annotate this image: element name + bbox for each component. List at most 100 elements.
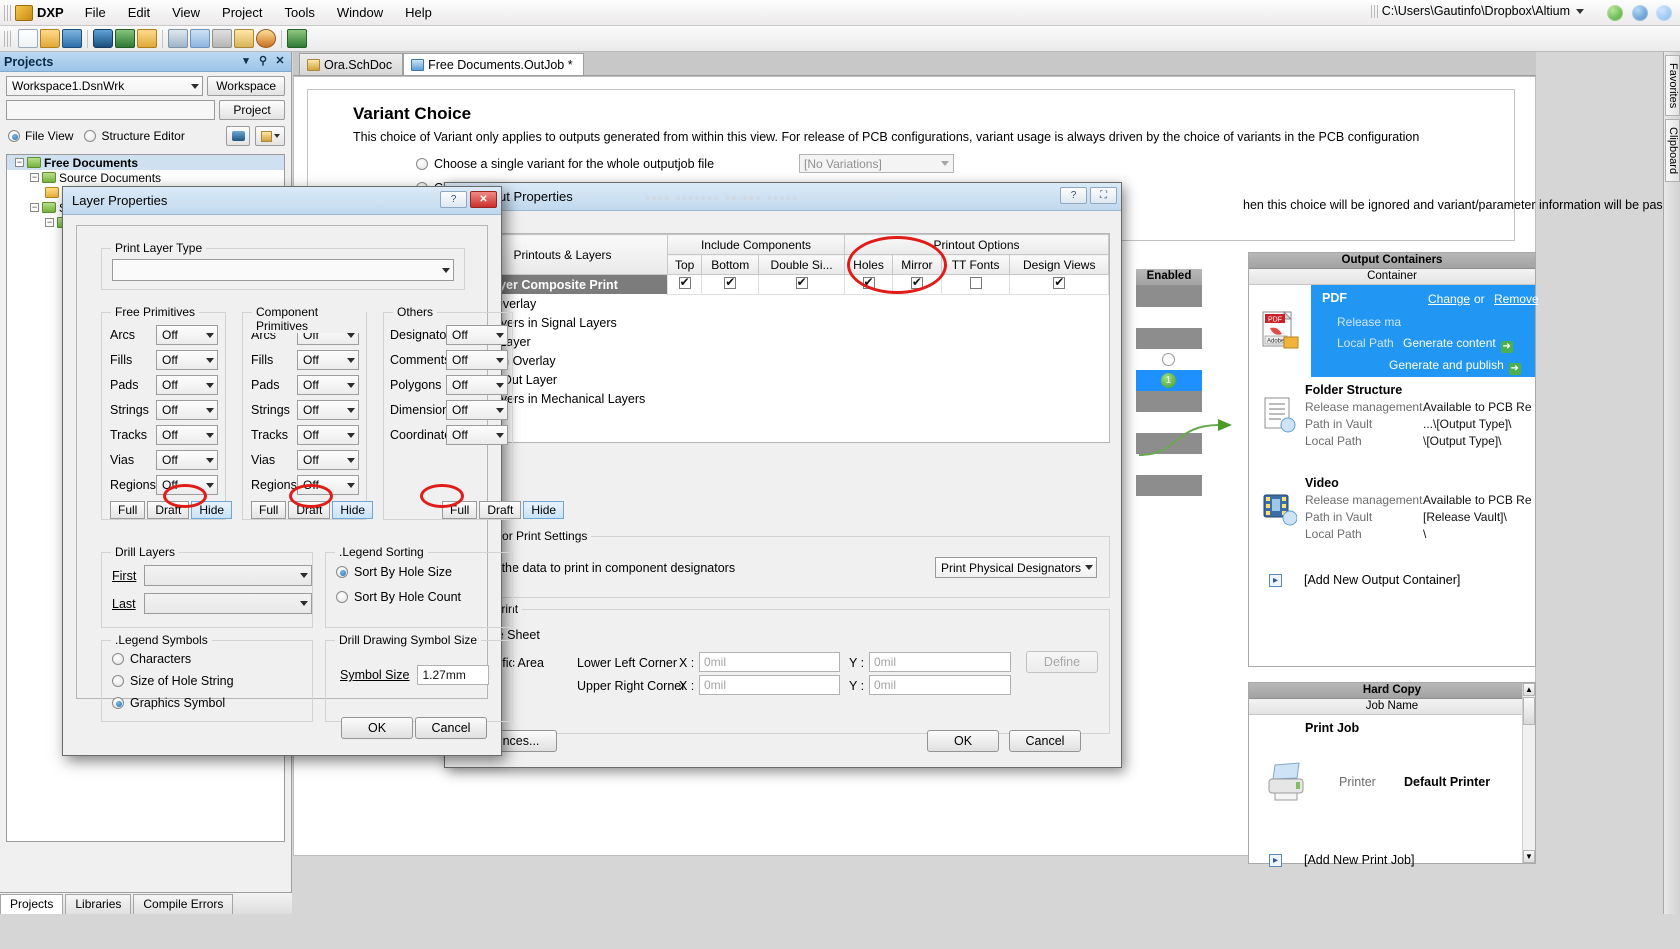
expander-icon[interactable]: −	[30, 173, 39, 182]
printouts-grid[interactable]: Printouts & Layers Include Components Pr…	[456, 233, 1110, 443]
cell-mirror[interactable]	[892, 274, 942, 295]
cell-top[interactable]	[666, 274, 703, 295]
comp-draft-button[interactable]: Draft	[288, 501, 331, 519]
workspace-select[interactable]: Workspace1.DsnWrk	[6, 76, 204, 96]
free-fills-select[interactable]: Off	[156, 350, 218, 370]
blue-status-button[interactable]	[1631, 5, 1648, 21]
help-button[interactable]: ?	[1060, 187, 1087, 204]
layers-toggle-icon[interactable]	[226, 126, 250, 146]
free-arcs-select[interactable]: Off	[156, 325, 218, 345]
table-row[interactable]: Bottom Overlay	[458, 351, 1109, 370]
menu-file[interactable]: File	[74, 2, 117, 23]
free-full-button[interactable]: Full	[110, 501, 146, 519]
edge-tab-clipboard[interactable]: Clipboard	[1665, 119, 1680, 183]
dxp-logo-icon[interactable]	[15, 4, 33, 21]
layer-ok-button[interactable]: OK	[341, 717, 413, 739]
cross-probe-icon[interactable]	[256, 29, 276, 48]
others-polygons-select[interactable]: Off	[446, 375, 508, 395]
printout-dialog-titlebar[interactable]: ut Properties ▪▪▪▪ ▪▪▪▪▪▪▪ ▪▪ ▪▪▪ ▪▪▪▪▪ …	[445, 183, 1121, 211]
scrollbar-thumb[interactable]	[1523, 697, 1535, 725]
paste-special-icon[interactable]	[234, 29, 254, 48]
scroll-up-icon[interactable]: ▲	[1523, 683, 1535, 696]
add-new-output-container-row[interactable]: ▸ [Add New Output Container]	[1249, 563, 1535, 587]
close-icon[interactable]: ✕	[273, 55, 287, 69]
comp-strings-select[interactable]: Off	[297, 400, 359, 420]
expander-icon[interactable]: −	[15, 158, 24, 167]
generate-content-link[interactable]: Generate content ➜	[1403, 336, 1513, 353]
tab-projects[interactable]: Projects	[0, 894, 64, 914]
others-comments-select[interactable]: Off	[446, 350, 508, 370]
checkbox[interactable]	[862, 275, 875, 289]
window-icon[interactable]	[137, 29, 157, 48]
drill-first-select[interactable]	[144, 565, 312, 586]
comp-pads-select[interactable]: Off	[297, 375, 359, 395]
free-pads-select[interactable]: Off	[156, 375, 218, 395]
others-dimensions-select[interactable]: Off	[446, 400, 508, 420]
spreadsheet-icon[interactable]	[287, 29, 307, 48]
cell-double-sided[interactable]	[758, 274, 846, 295]
no-variations-select[interactable]: [No Variations]	[799, 154, 954, 173]
sort-by-hole-size-radio[interactable]	[336, 566, 348, 578]
lower-left-y-input[interactable]: 0mil	[869, 652, 1011, 672]
green-status-button[interactable]	[1607, 5, 1624, 21]
board-icon[interactable]	[115, 29, 135, 48]
help-button[interactable]: ?	[440, 191, 467, 208]
maximize-button[interactable]: ⛶	[1090, 187, 1117, 204]
table-row[interactable]: Top Overlay	[458, 294, 1109, 313]
sort-by-hole-count-row[interactable]: Sort By Hole Count	[326, 579, 512, 604]
printout-ok-button[interactable]: OK	[927, 730, 999, 752]
panel-menu-chevron-icon[interactable]: ▾	[239, 55, 253, 69]
menu-window[interactable]: Window	[326, 2, 394, 23]
size-of-hole-string-radio[interactable]	[112, 675, 124, 687]
free-hide-button[interactable]: Hide	[191, 501, 233, 519]
menu-grip[interactable]	[4, 4, 12, 21]
layer-cancel-button[interactable]: Cancel	[415, 717, 487, 739]
comp-tracks-select[interactable]: Off	[297, 425, 359, 445]
open-folder-icon[interactable]	[40, 29, 60, 48]
sort-by-hole-count-radio[interactable]	[336, 591, 348, 603]
table-row[interactable]: All Layers in Mechanical Layers	[458, 389, 1109, 408]
generate-and-publish-link[interactable]: Generate and publish ➜	[1389, 358, 1521, 375]
comp-full-button[interactable]: Full	[251, 501, 287, 519]
cell-tt-fonts[interactable]	[940, 274, 1011, 295]
upper-right-y-input[interactable]: 0mil	[869, 675, 1011, 695]
free-draft-button[interactable]: Draft	[147, 501, 190, 519]
drill-last-select[interactable]	[144, 593, 312, 614]
project-button[interactable]: Project	[219, 100, 285, 120]
add-new-print-job-row[interactable]: ▸ [Add New Print Job]	[1249, 831, 1535, 867]
project-field[interactable]	[6, 100, 215, 120]
workspace-button[interactable]: Workspace	[207, 76, 285, 96]
designator-select[interactable]: Print Physical Designators	[935, 557, 1097, 578]
hard-copy-scrollbar[interactable]: ▲ ▼	[1522, 683, 1535, 863]
graphics-symbol-row[interactable]: Graphics Symbol	[102, 688, 312, 710]
checkbox[interactable]	[910, 275, 923, 289]
pdf-change-link[interactable]: Change	[1428, 292, 1470, 306]
characters-radio[interactable]	[112, 653, 124, 665]
cell-holes[interactable]	[844, 274, 894, 295]
table-row[interactable]: Keep Out Layer	[458, 370, 1109, 389]
pdf-remove-link[interactable]: Remove	[1494, 292, 1539, 306]
menu-help[interactable]: Help	[394, 2, 443, 23]
others-full-button[interactable]: Full	[442, 501, 478, 519]
checkbox[interactable]	[678, 275, 691, 289]
tab-libraries[interactable]: Libraries	[65, 894, 132, 914]
lower-left-x-input[interactable]: 0mil	[699, 652, 840, 672]
scroll-down-icon[interactable]: ▼	[1523, 850, 1535, 863]
graphics-symbol-radio[interactable]	[112, 697, 124, 709]
plus-icon[interactable]: ▸	[1269, 573, 1282, 587]
close-icon[interactable]: ✕	[470, 191, 497, 208]
symbol-size-input[interactable]: 1.27mm	[417, 665, 490, 685]
others-hide-button[interactable]: Hide	[523, 501, 565, 519]
pin-icon[interactable]: ⚲	[256, 55, 270, 69]
free-tracks-select[interactable]: Off	[156, 425, 218, 445]
light-blue-status-button[interactable]	[1656, 5, 1672, 21]
menu-view[interactable]: View	[161, 2, 211, 23]
print-job-row[interactable]: Print Job Printer Default Printer	[1249, 721, 1535, 831]
current-path[interactable]: C:\Users\Gautinfo\Dropbox\Altium	[1367, 4, 1584, 18]
free-strings-select[interactable]: Off	[156, 400, 218, 420]
open-document-icon[interactable]	[255, 126, 285, 146]
others-draft-button[interactable]: Draft	[479, 501, 522, 519]
checkbox[interactable]	[795, 275, 808, 289]
tab-compile-errors[interactable]: Compile Errors	[133, 894, 234, 914]
cell-design-views[interactable]	[1009, 274, 1109, 295]
